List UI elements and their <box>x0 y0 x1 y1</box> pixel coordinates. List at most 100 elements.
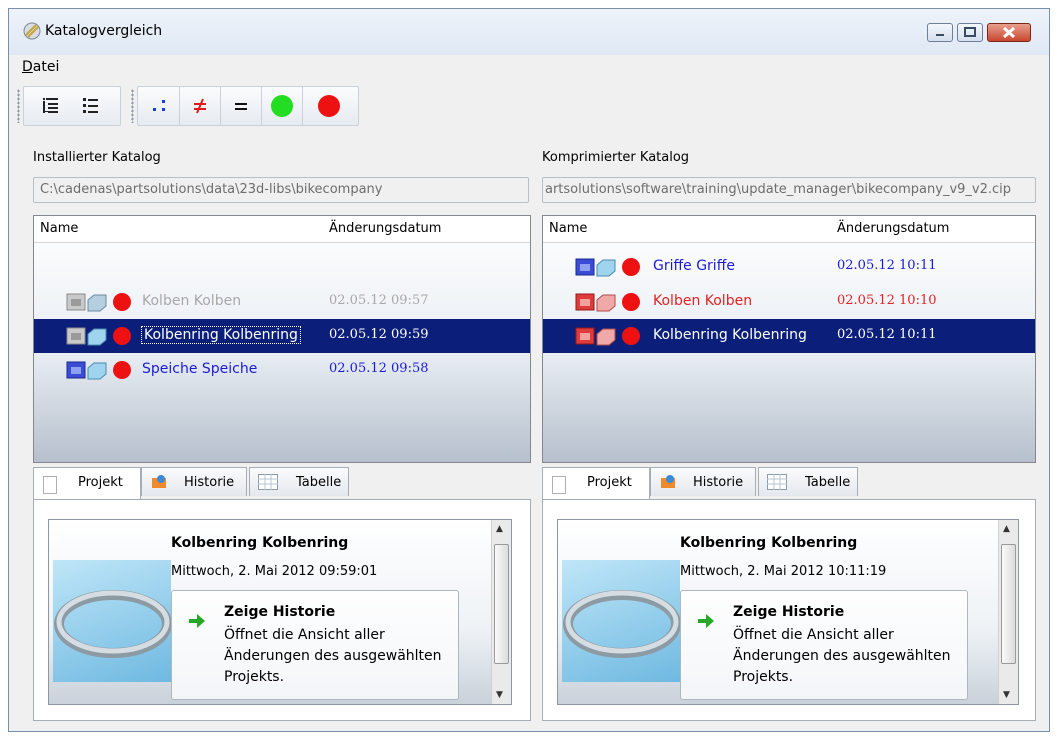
deleted-part-icon <box>575 293 640 312</box>
show-history-link[interactable]: Zeige Historie Öffnet die Ansicht aller … <box>680 590 968 700</box>
tab-label: Projekt <box>78 475 123 490</box>
menu-file[interactable]: Datei <box>22 59 59 75</box>
tab-tabelle[interactable]: Tabelle <box>249 467 349 496</box>
project-card: Kolbenring Kolbenring Mittwoch, 2. Mai 2… <box>557 519 1019 705</box>
toolbar-grip[interactable] <box>17 89 20 123</box>
list-header: Name Änderungsdatum <box>34 216 530 243</box>
tab-historie[interactable]: Historie <box>650 467 756 496</box>
vertical-scrollbar[interactable]: ▲ ▼ <box>491 520 511 704</box>
green-arrow-icon <box>698 614 714 628</box>
red-status-button[interactable] <box>309 87 349 125</box>
menu-file-label: atei <box>32 59 60 75</box>
green-status-button[interactable] <box>262 87 303 125</box>
tab-label: Tabelle <box>296 475 342 490</box>
project-card: Kolbenring Kolbenring Mittwoch, 2. Mai 2… <box>48 519 512 705</box>
scroll-down-icon[interactable]: ▼ <box>496 690 503 700</box>
minimize-button[interactable] <box>927 23 953 42</box>
list-item-speiche[interactable]: Speiche Speiche 02.05.12 09:58 <box>34 353 530 387</box>
title-bar[interactable]: Katalogvergleich <box>9 9 1049 55</box>
compressed-catalog-path[interactable]: artsolutions\software\training\update_ma… <box>542 177 1036 203</box>
installed-catalog-list[interactable]: Name Änderungsdatum Kolben Kolben 02.05.… <box>33 215 531 463</box>
list-header: Name Änderungsdatum <box>543 216 1035 243</box>
toolbar <box>9 83 1049 129</box>
tab-projekt[interactable]: Projekt <box>542 467 650 500</box>
vertical-scrollbar[interactable]: ▲ ▼ <box>998 520 1018 704</box>
installed-catalog-path[interactable]: C:\cadenas\partsolutions\data\23d-libs\b… <box>33 177 529 203</box>
show-equal-button[interactable] <box>221 87 262 125</box>
show-different-icon <box>194 98 206 114</box>
list-item-kolben[interactable]: Kolben Kolben 02.05.12 09:57 <box>34 285 530 319</box>
maximize-button[interactable] <box>957 23 983 42</box>
green-status-icon <box>271 95 293 117</box>
column-name-header[interactable]: Name <box>549 221 587 236</box>
row-date: 02.05.12 10:11 <box>837 258 937 273</box>
show-all-button[interactable] <box>139 87 180 125</box>
row-name: Kolben Kolben <box>653 293 753 309</box>
project-title: Kolbenring Kolbenring <box>680 535 858 551</box>
deleted-part-icon <box>575 327 640 346</box>
show-all-icon <box>153 100 165 111</box>
list-item-kolbenring[interactable]: Kolbenring Kolbenring 02.05.12 10:11 <box>543 319 1035 353</box>
show-different-button[interactable] <box>180 87 221 125</box>
part-thumbnail <box>53 560 172 682</box>
close-button[interactable] <box>987 23 1031 42</box>
project-title: Kolbenring Kolbenring <box>171 535 349 551</box>
list-item-kolbenring[interactable]: Kolbenring Kolbenring 02.05.12 09:59 <box>34 319 530 353</box>
red-status-icon <box>318 95 340 117</box>
tab-panel-projekt: Kolbenring Kolbenring Mittwoch, 2. Mai 2… <box>33 499 531 721</box>
table-icon <box>258 474 278 490</box>
row-name: Kolben Kolben <box>142 293 242 309</box>
show-history-link[interactable]: Zeige Historie Öffnet die Ansicht aller … <box>171 590 459 700</box>
catalog-compare-window: Katalogvergleich Datei Installierter Kat… <box>8 8 1050 732</box>
history-link-description: Öffnet die Ansicht aller Änderungen des … <box>224 627 442 685</box>
row-date: 02.05.12 10:10 <box>837 293 937 308</box>
toolbar-grip-2[interactable] <box>131 89 134 123</box>
tree-view-button[interactable] <box>31 87 71 125</box>
row-date: 02.05.12 09:57 <box>329 293 429 308</box>
compressed-catalog-list[interactable]: Name Änderungsdatum Griffe Griffe 02.05.… <box>542 215 1036 463</box>
ring-image <box>563 590 681 658</box>
tab-panel-projekt: Kolbenring Kolbenring Mittwoch, 2. Mai 2… <box>542 499 1036 721</box>
scroll-thumb[interactable] <box>494 544 509 664</box>
row-name: Griffe Griffe <box>653 258 735 274</box>
close-icon <box>1002 26 1016 39</box>
column-date-header[interactable]: Änderungsdatum <box>837 221 949 236</box>
menu-file-accel: D <box>22 59 33 75</box>
project-date: Mittwoch, 2. Mai 2012 10:11:19 <box>680 564 887 579</box>
unchanged-part-icon <box>66 293 131 312</box>
history-link-title: Zeige Historie <box>733 604 845 620</box>
column-name-header[interactable]: Name <box>40 221 78 236</box>
project-page-icon <box>43 476 57 494</box>
column-date-header[interactable]: Änderungsdatum <box>329 221 441 236</box>
compressed-catalog-label: Komprimierter Katalog <box>542 150 690 165</box>
table-icon <box>767 474 787 490</box>
part-icon <box>66 327 131 346</box>
row-name: Kolbenring Kolbenring <box>653 327 807 343</box>
row-date: 02.05.12 09:59 <box>329 327 429 342</box>
minimize-icon <box>936 34 944 36</box>
scroll-up-icon[interactable]: ▲ <box>496 524 503 534</box>
tab-tabelle[interactable]: Tabelle <box>758 467 858 496</box>
scroll-up-icon[interactable]: ▲ <box>1003 524 1010 534</box>
ring-image <box>54 590 172 658</box>
tab-historie[interactable]: Historie <box>141 467 247 496</box>
tab-label: Tabelle <box>805 475 851 490</box>
scroll-down-icon[interactable]: ▼ <box>1003 690 1010 700</box>
changed-part-icon <box>575 258 640 277</box>
list-item-griffe[interactable]: Griffe Griffe 02.05.12 10:11 <box>543 250 1035 284</box>
tab-label: Historie <box>693 475 744 490</box>
list-view-button[interactable] <box>71 87 111 125</box>
list-view-icon <box>83 98 98 113</box>
part-thumbnail <box>562 560 681 682</box>
scroll-thumb[interactable] <box>1001 544 1016 664</box>
tree-view-icon <box>43 98 58 113</box>
app-icon <box>23 22 41 40</box>
list-item-kolben[interactable]: Kolben Kolben 02.05.12 10:10 <box>543 285 1035 319</box>
show-equal-icon <box>235 103 247 110</box>
tab-projekt[interactable]: Projekt <box>33 467 141 500</box>
row-date: 02.05.12 09:58 <box>329 361 429 376</box>
window-title: Katalogvergleich <box>45 23 163 39</box>
history-icon <box>661 475 675 488</box>
history-link-title: Zeige Historie <box>224 604 336 620</box>
row-name: Speiche Speiche <box>142 361 258 377</box>
